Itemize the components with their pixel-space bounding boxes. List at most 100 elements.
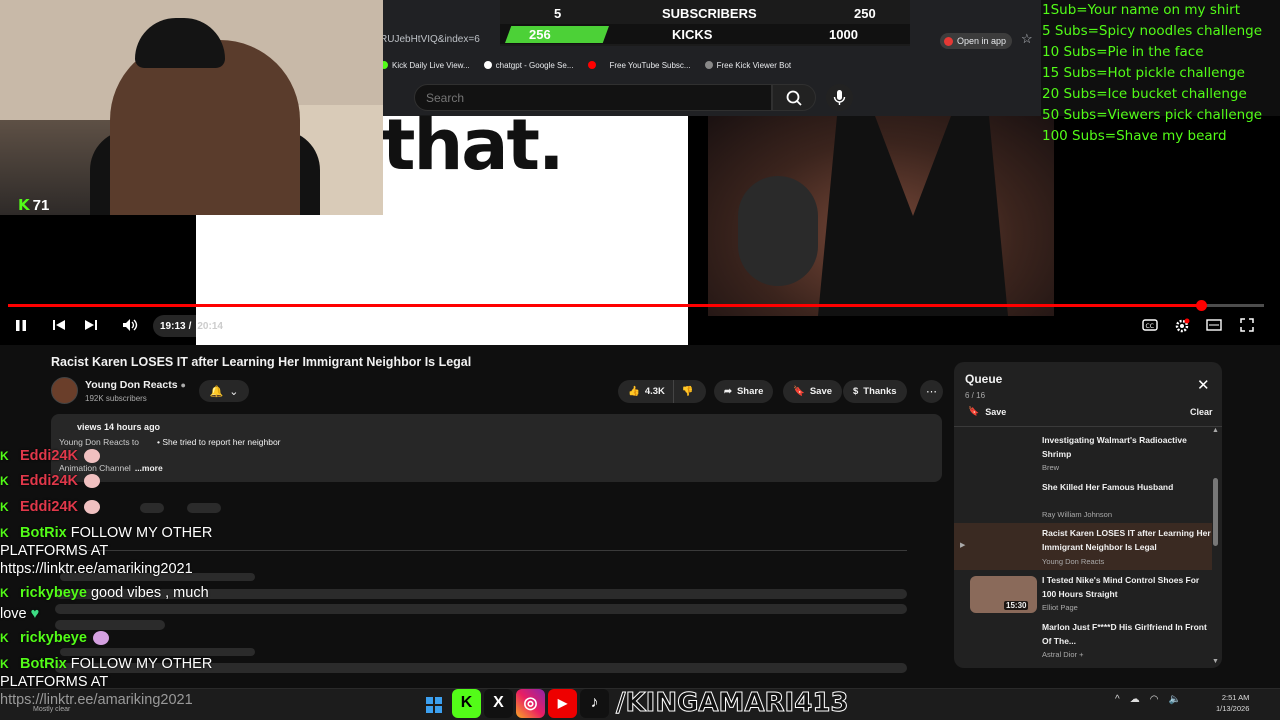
skip-next-icon [85,320,97,330]
queue-item-channel: Elliot Page [1042,603,1078,612]
youtube-icon [944,36,953,46]
wifi-icon[interactable]: ◠ [1150,694,1159,705]
loading-placeholder [60,648,255,656]
queue-item[interactable]: Investigating Walmart's Radioactive Shri… [954,430,1212,476]
green-heart-icon: ♥ [30,606,40,622]
captions-icon: CC [1142,319,1158,331]
taskbar-clock[interactable]: 2:51 AM 1/13/2026 [1216,692,1249,714]
chat-username: Eddi24K [20,448,79,464]
x-icon: X [484,688,513,718]
chevron-up-icon[interactable]: ^ [1115,694,1120,705]
scroll-down-icon[interactable]: ▼ [1212,658,1219,665]
pause-button[interactable] [14,318,28,335]
previous-button[interactable] [52,318,66,335]
show-more-link[interactable]: ...more [135,463,163,473]
queue-item[interactable]: Marlon Just F****D His Girlfriend In Fro… [954,617,1212,663]
close-icon[interactable]: ✕ [1197,376,1210,394]
chat-text: love [0,606,27,622]
thanks-button[interactable]: $ Thanks [843,380,907,403]
social-handle-bar: K X ◎ ▶ ♪ /KINGAMARI413 [452,686,849,720]
captions-button[interactable]: CC [1142,318,1158,335]
chat-text: FOLLOW MY OTHER [70,656,213,672]
subs-current: 5 [554,6,562,21]
thumbs-up-icon: 👍 [628,386,640,397]
time-current: 19:13 [160,320,186,332]
speaker-icon[interactable]: 🔈 [1168,694,1180,705]
volume-button[interactable] [122,318,140,335]
chat-text: FOLLOW MY OTHER [70,525,213,541]
channel-name[interactable]: Young Don Reacts ● [85,379,186,391]
fullscreen-icon [1240,318,1254,332]
search-button[interactable] [772,84,816,111]
pause-icon [16,320,26,331]
cloud-icon[interactable]: ☁ [1130,694,1140,705]
queue-item-title: Racist Karen LOSES IT after Learning Her… [1042,528,1211,552]
bookmark-item[interactable]: Free YouTube Subsc... [610,61,691,70]
chat-link[interactable]: https://linktr.ee/amariking2021 [0,692,193,708]
queue-save-button[interactable]: 🔖 Save [968,406,1006,417]
bookmark-star-icon[interactable]: ☆ [1021,31,1033,47]
thumbs-down-icon: 👎 [681,386,694,397]
fullscreen-button[interactable] [1240,318,1254,335]
theater-mode-button[interactable] [1206,318,1222,335]
bookmarks-bar: Kick Daily Live View... chatgpt - Google… [380,57,791,73]
channel-avatar[interactable] [51,377,78,404]
progress-fill [8,304,1202,307]
bookmark-label: Free YouTube Subsc... [609,60,691,70]
theater-icon [1206,319,1222,331]
verified-icon: ● [180,380,186,390]
more-actions-button[interactable]: ⋯ [920,380,943,403]
notification-button[interactable]: 🔔 ⌄ [199,380,249,402]
queue-clear-button[interactable]: Clear [1190,407,1213,417]
thanks-icon: $ [853,386,859,397]
save-button[interactable]: 🔖 Save [783,380,843,403]
chat-text: https://linktr.ee/amariking2021 [0,561,193,577]
queue-item-channel: Ray William Johnson [1042,510,1113,519]
dislike-button[interactable]: 👎 [674,380,702,403]
scroll-up-icon[interactable]: ▲ [1212,427,1219,434]
like-dislike-group: 👍 4.3K 👎 [618,380,706,403]
chat-link[interactable]: https://linktr.ee/amariking2021 [0,561,193,577]
queue-scrollbar[interactable] [1213,478,1218,546]
like-button[interactable]: 👍 4.3K [618,380,674,403]
bookmark-item[interactable] [587,61,596,69]
share-button[interactable]: ➦ Share [714,380,774,403]
viewer-count: K 71 [18,196,49,214]
address-bar-url[interactable]: RUJebHtVIQ&index=6 [380,34,480,45]
volume-icon [123,319,138,331]
bookmark-icon: 🔖 [968,406,980,416]
kick-badge-icon: K [0,526,9,540]
queue-item[interactable]: 15:30 I Tested Nike's Mind Control Shoes… [954,570,1212,616]
clock-time: 2:51 AM [1221,693,1250,702]
description-meta: views 14 hours ago [59,422,160,432]
next-button[interactable] [84,318,98,335]
queue-item[interactable]: She Killed Her Famous Husband Ray Willia… [954,477,1212,523]
open-in-app-button[interactable]: Open in app [940,33,1012,49]
settings-button[interactable] [1174,318,1190,337]
bookmark-item[interactable]: chatgpt - Google Se... [483,61,574,70]
bookmark-item[interactable]: Free Kick Viewer Bot [704,60,792,70]
time-display: 19:13 / 20:14 [153,315,233,337]
stream-goals-list: 1Sub=Your name on my shirt 5 Subs=Spicy … [1042,0,1280,147]
description-box[interactable] [51,414,942,482]
thanks-label: Thanks [863,386,897,397]
bookmark-item[interactable]: Kick Daily Live View... [380,61,470,70]
goal-item: 5 Subs=Spicy noodles challenge [1042,23,1263,39]
tiktok-icon: ♪ [580,688,609,718]
emote-icon [84,500,101,515]
kick-badge-icon: K [0,657,9,671]
google-icon [483,61,492,69]
chat-text: PLATFORMS AT [0,543,109,559]
chat-message: K Eddi24K [0,473,101,489]
bookmark-label: Free Kick Viewer Bot [716,60,792,70]
bookmark-label: Kick Daily Live View... [392,60,470,70]
time-separator: / [188,320,192,332]
queue-divider [954,426,1222,427]
kicks-progress-fill [505,26,609,43]
skip-previous-icon [53,320,65,330]
windows-start-icon[interactable] [426,697,442,713]
queue-item-current[interactable]: ▶ Racist Karen LOSES IT after Learning H… [954,523,1212,570]
subs-goal: 250 [854,6,876,21]
voice-search-button[interactable] [826,84,853,111]
description-text: Young Don Reacts to [59,437,140,447]
